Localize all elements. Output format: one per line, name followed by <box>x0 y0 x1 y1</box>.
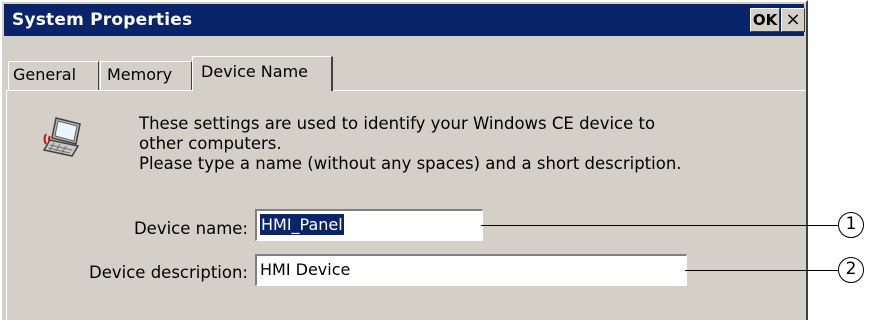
title-bar: System Properties OK × <box>4 4 805 36</box>
description-line: other computers. <box>139 134 282 153</box>
system-properties-window: System Properties OK × General Memory De… <box>0 0 808 330</box>
callout-1: 1 <box>838 212 864 238</box>
device-name-value: HMI_Panel <box>260 214 344 235</box>
device-name-label: Device name: <box>133 219 248 238</box>
tab-device-name[interactable]: Device Name <box>192 56 333 91</box>
close-button[interactable]: × <box>781 8 805 32</box>
description-text: These settings are used to identify your… <box>139 114 779 174</box>
window-title: System Properties <box>12 10 193 30</box>
description-line: Please type a name (without any spaces) … <box>139 154 682 173</box>
tab-memory[interactable]: Memory <box>100 61 192 90</box>
tab-general[interactable]: General <box>8 61 99 90</box>
laptop-network-icon <box>42 117 81 157</box>
description-line: These settings are used to identify your… <box>139 114 656 133</box>
callout-line-1 <box>481 225 839 226</box>
callout-line-2 <box>685 270 839 271</box>
ok-button[interactable]: OK <box>750 8 780 32</box>
device-description-label: Device description: <box>89 263 248 282</box>
callout-2: 2 <box>838 257 864 283</box>
device-name-input[interactable]: HMI_Panel <box>255 209 483 241</box>
device-description-input[interactable]: HMI Device <box>255 254 687 286</box>
